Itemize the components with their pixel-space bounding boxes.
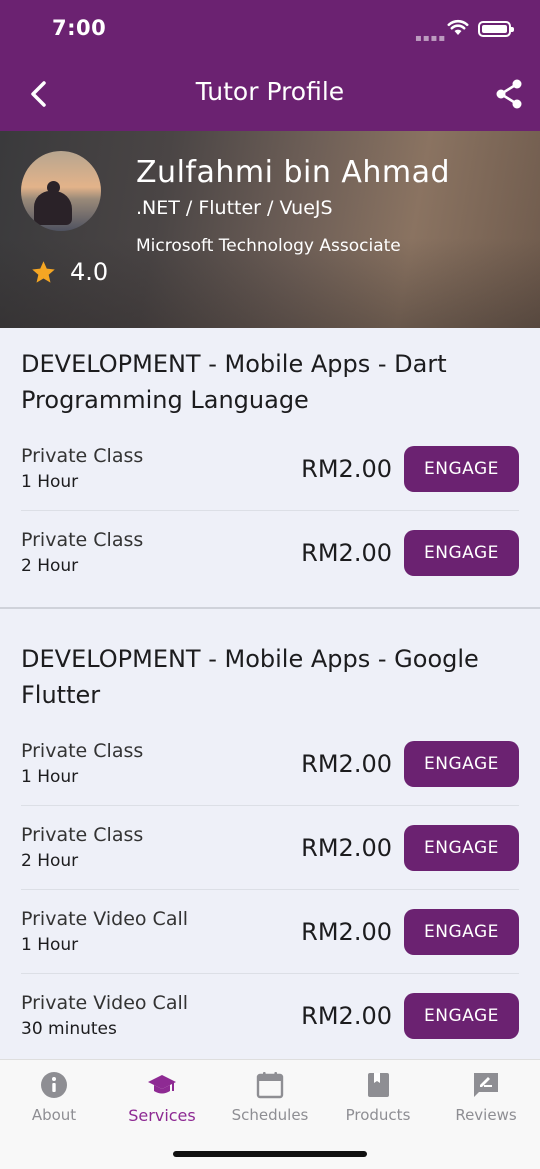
engage-button[interactable]: ENGAGE bbox=[404, 530, 519, 576]
service-row: Private Class 2 Hour RM2.00 ENGAGE bbox=[21, 511, 519, 595]
service-type: Private Class bbox=[21, 529, 144, 551]
tutor-certification: Microsoft Technology Associate bbox=[136, 236, 401, 256]
service-duration: 1 Hour bbox=[21, 766, 79, 787]
app-header: 7:00 ▪▪▪▪ Tutor Profile bbox=[0, 0, 540, 131]
share-icon[interactable] bbox=[494, 78, 524, 110]
section-title: DEVELOPMENT - Mobile Apps - Dart Program… bbox=[21, 350, 447, 414]
service-type: Private Class bbox=[21, 823, 144, 846]
service-price: RM2.00 bbox=[301, 749, 392, 778]
service-price: RM2.00 bbox=[301, 917, 392, 946]
service-price: RM2.00 bbox=[301, 1002, 392, 1030]
service-row: Private Class 1 Hour RM2.00 ENGAGE bbox=[21, 427, 519, 511]
service-type: Private Video Call bbox=[21, 907, 189, 930]
engage-button[interactable]: ENGAGE bbox=[404, 908, 519, 955]
engage-button[interactable]: ENGAGE bbox=[404, 993, 519, 1039]
tab-reviews[interactable]: Reviews bbox=[432, 1070, 540, 1124]
tab-services[interactable]: Services bbox=[108, 1070, 216, 1125]
service-duration: 2 Hour bbox=[21, 556, 79, 576]
service-price: RM2.00 bbox=[301, 539, 392, 567]
rate-review-icon bbox=[474, 1073, 498, 1097]
tutor-name: Zulfahmi bin Ahmad bbox=[136, 155, 451, 190]
service-price: RM2.00 bbox=[301, 833, 392, 862]
service-row: Private Video Call 30 minutes RM2.00 ENG… bbox=[21, 974, 519, 1058]
tab-about[interactable]: About bbox=[0, 1070, 108, 1124]
avatar-person bbox=[34, 191, 72, 225]
rating-value: 4.0 bbox=[70, 258, 109, 286]
service-info: Private Class 1 Hour bbox=[21, 738, 301, 790]
status-bar: 7:00 ▪▪▪▪ bbox=[0, 0, 540, 60]
tutor-skills: .NET / Flutter / VueJS bbox=[136, 197, 333, 219]
star-icon bbox=[32, 260, 55, 283]
graduation-cap-icon bbox=[148, 1075, 176, 1094]
tutor-rating: 4.0 bbox=[30, 258, 108, 286]
tab-label: Services bbox=[128, 1106, 196, 1125]
service-price: RM2.00 bbox=[301, 454, 392, 483]
service-type: Private Class bbox=[21, 444, 144, 467]
home-indicator bbox=[173, 1151, 367, 1157]
navigation-bar: Tutor Profile bbox=[0, 60, 540, 130]
info-icon bbox=[41, 1072, 67, 1098]
engage-button[interactable]: ENGAGE bbox=[404, 740, 519, 787]
service-info: Private Video Call 1 Hour bbox=[21, 906, 301, 958]
tab-label: Products bbox=[345, 1106, 411, 1124]
engage-button[interactable]: ENGAGE bbox=[404, 445, 519, 492]
engage-button[interactable]: ENGAGE bbox=[404, 824, 519, 871]
service-duration: 1 Hour bbox=[21, 471, 79, 492]
service-duration: 2 Hour bbox=[21, 850, 79, 871]
service-info: Private Video Call 30 minutes bbox=[21, 990, 301, 1042]
tutor-profile-header: Zulfahmi bin Ahmad .NET / Flutter / VueJ… bbox=[0, 131, 540, 328]
page-title: Tutor Profile bbox=[195, 77, 345, 106]
service-duration: 30 minutes bbox=[21, 1019, 117, 1039]
section-title: DEVELOPMENT - Mobile Apps - Google Flutt… bbox=[21, 645, 479, 709]
service-info: Private Class 2 Hour bbox=[21, 527, 301, 579]
tab-schedules[interactable]: Schedules bbox=[216, 1070, 324, 1124]
tab-products[interactable]: Products bbox=[324, 1070, 432, 1124]
service-row: Private Video Call 1 Hour RM2.00 ENGAGE bbox=[21, 890, 519, 974]
wifi-icon bbox=[447, 19, 469, 35]
service-info: Private Class 1 Hour bbox=[21, 443, 301, 495]
service-info: Private Class 2 Hour bbox=[21, 822, 301, 874]
avatar bbox=[21, 151, 101, 231]
service-section: DEVELOPMENT - Mobile Apps - Google Flutt… bbox=[0, 609, 540, 1059]
service-type: Private Class bbox=[21, 739, 144, 762]
service-row: Private Class 2 Hour RM2.00 ENGAGE bbox=[21, 806, 519, 890]
tab-label: Reviews bbox=[455, 1106, 517, 1124]
battery-icon bbox=[478, 21, 514, 37]
services-list[interactable]: DEVELOPMENT - Mobile Apps - Dart Program… bbox=[0, 328, 540, 1059]
service-duration: 1 Hour bbox=[21, 934, 79, 955]
status-time: 7:00 bbox=[52, 16, 107, 40]
tab-label: Schedules bbox=[231, 1106, 309, 1124]
service-row: Private Class 1 Hour RM2.00 ENGAGE bbox=[21, 722, 519, 806]
calendar-icon bbox=[256, 1072, 284, 1099]
service-type: Private Video Call bbox=[21, 992, 189, 1014]
service-section: DEVELOPMENT - Mobile Apps - Dart Program… bbox=[0, 328, 540, 609]
signal-icon: ▪▪▪▪ bbox=[415, 33, 447, 44]
tab-label: About bbox=[31, 1106, 77, 1124]
book-icon bbox=[368, 1073, 389, 1097]
